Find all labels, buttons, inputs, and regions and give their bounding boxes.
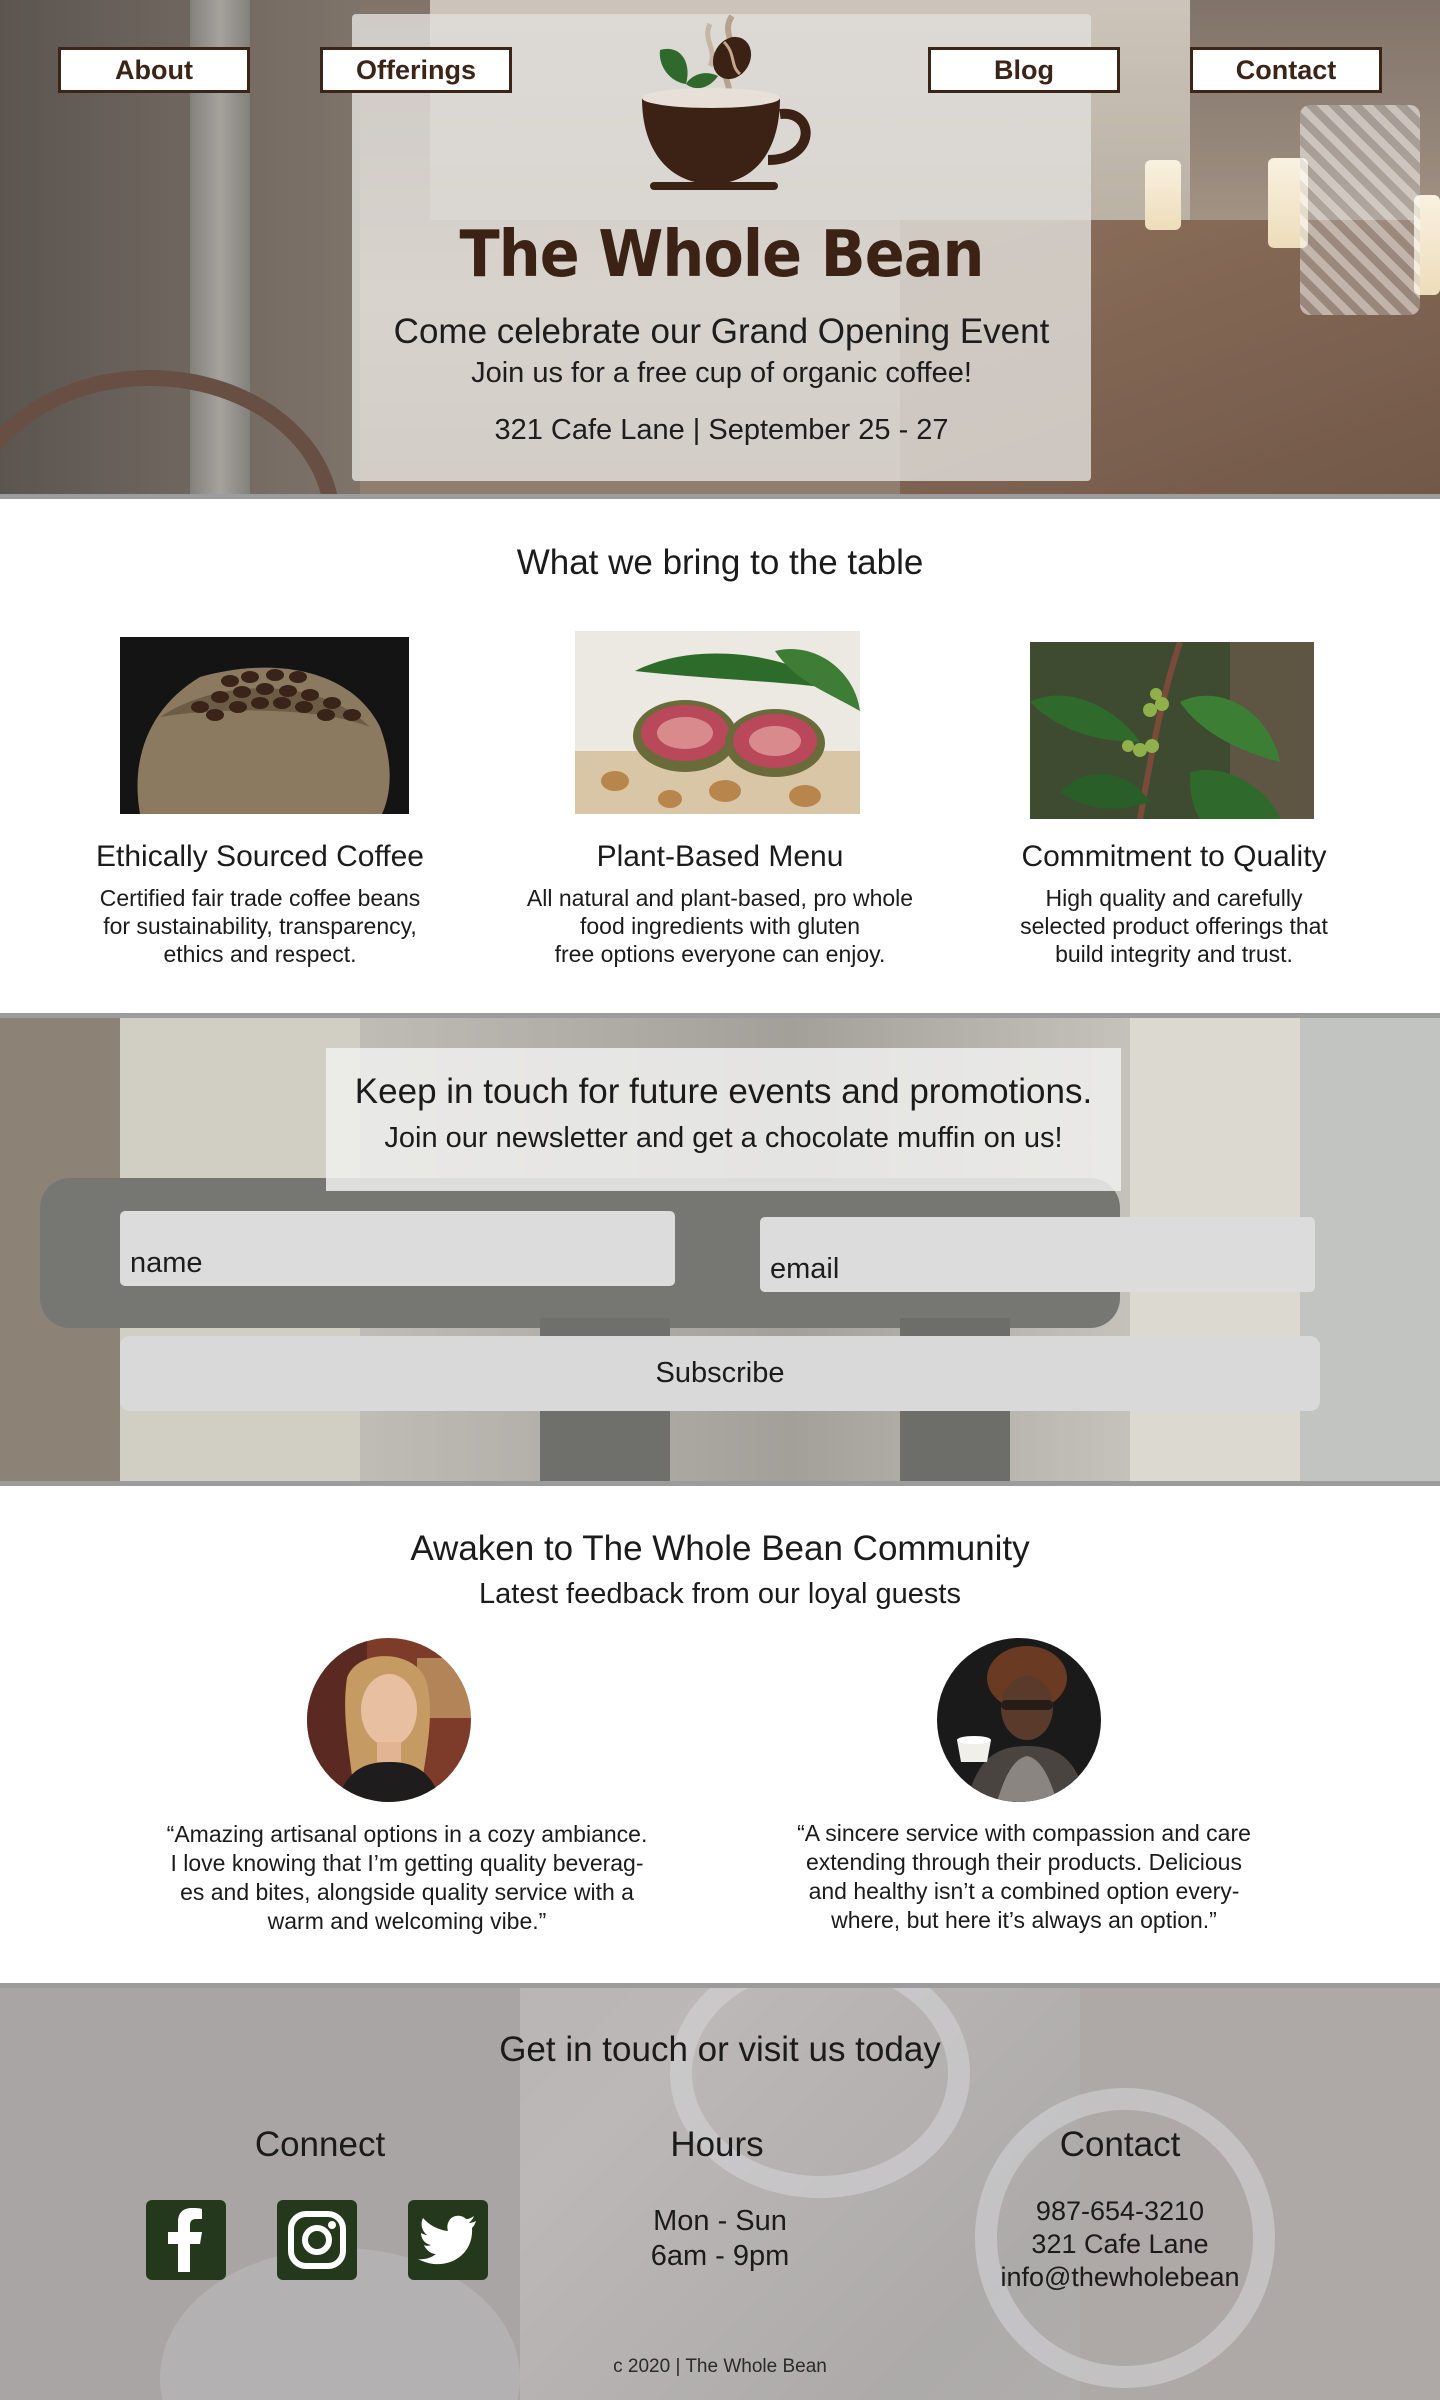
brand-name: The Whole Bean (459, 218, 984, 292)
connect-title: Connect (254, 2125, 386, 2164)
nav-offerings[interactable]: Offerings (320, 47, 512, 93)
nav-about[interactable]: About (58, 47, 250, 93)
contact-text: 987-654-3210 321 Cafe Lane info@thewhole… (1000, 2196, 1240, 2292)
community-subtitle: Latest feedback from our loyal guests (479, 1578, 961, 1610)
nav-blog[interactable]: Blog (928, 47, 1120, 93)
community-title: Awaken to The Whole Bean Community (410, 1529, 1030, 1568)
feature-desc: High quality and carefully selected prod… (1020, 885, 1328, 967)
feature-title: Ethically Sourced Coffee (96, 840, 424, 873)
feature-desc: Certified fair trade coffee beans for su… (99, 885, 421, 967)
name-field[interactable]: name (120, 1211, 675, 1286)
copyright: c 2020 | The Whole Bean (613, 2356, 827, 2377)
newsletter-panel (326, 1048, 1121, 1191)
avatar (307, 1638, 471, 1802)
section-divider (0, 494, 1440, 499)
avatar (937, 1638, 1101, 1802)
contact-title: Contact (1059, 2125, 1181, 2164)
testimonial-quote: “A sincere service with compassion and c… (797, 1820, 1251, 1933)
hours-title: Hours (670, 2125, 764, 2164)
twitter-icon[interactable] (408, 2200, 488, 2280)
footer-title: Get in touch or visit us today (499, 2030, 941, 2069)
hero-headline: Come celebrate our Grand Opening Event (393, 312, 1050, 351)
figs-image (575, 631, 860, 814)
feature-title: Commitment to Quality (1021, 840, 1327, 873)
coffee-cup-logo-icon (642, 14, 811, 190)
testimonial-quote: “Amazing artisanal options in a cozy amb… (166, 1821, 648, 1934)
nav-contact[interactable]: Contact (1190, 47, 1382, 93)
coffee-plant-image (1030, 642, 1314, 819)
newsletter-heading: Keep in touch for future events and prom… (354, 1072, 1093, 1111)
hero-subline: Join us for a free cup of organic coffee… (471, 357, 972, 389)
hours-text: Mon - Sun 6am - 9pm (650, 2205, 790, 2272)
email-field[interactable]: email (760, 1217, 1315, 1292)
hero-details: 321 Cafe Lane | September 25 - 27 (494, 414, 949, 446)
features-title: What we bring to the table (516, 543, 924, 582)
instagram-icon[interactable] (277, 2200, 357, 2280)
subscribe-button[interactable]: Subscribe (120, 1336, 1320, 1411)
feature-title: Plant-Based Menu (596, 840, 844, 873)
feature-desc: All natural and plant-based, pro whole f… (526, 885, 914, 967)
coffee-beans-image (120, 637, 409, 814)
newsletter-subheading: Join our newsletter and get a chocolate … (384, 1122, 1063, 1154)
section-divider (0, 1481, 1440, 1486)
facebook-icon[interactable] (146, 2200, 226, 2280)
